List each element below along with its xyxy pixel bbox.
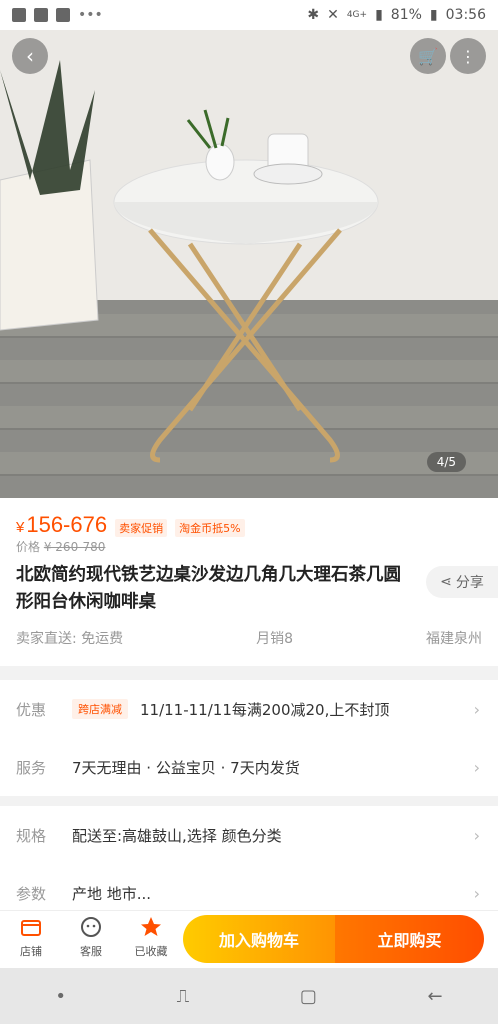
chevron-right-icon: › xyxy=(473,825,480,845)
spec-text: 配送至:高雄鼓山,选择 颜色分类 xyxy=(72,826,282,845)
service-label: 客服 xyxy=(80,945,102,958)
favorite-tab[interactable]: 已收藏 xyxy=(126,915,176,959)
add-to-cart-button[interactable]: 加入购物车 xyxy=(183,915,335,963)
service-row[interactable]: 服务 7天无理由 · 公益宝贝 · 7天内发货 › xyxy=(0,738,498,796)
product-title: 北欧简约现代铁艺边桌沙发边几角几大理石茶几圆形阳台休闲咖啡桌 xyxy=(16,565,401,612)
params-label: 参数 xyxy=(16,884,47,903)
star-icon xyxy=(141,917,161,936)
chevron-right-icon: › xyxy=(473,757,480,777)
currency-symbol: ¥ xyxy=(16,519,25,536)
params-text: 产地 地市... xyxy=(72,884,152,903)
price-value: 156-676 xyxy=(26,512,108,537)
battery-icon: ▮ xyxy=(429,7,438,23)
buy-now-button[interactable]: 立即购买 xyxy=(335,915,484,963)
back-button[interactable]: ‹ xyxy=(12,38,48,74)
promo-label: 优惠 xyxy=(16,700,47,719)
share-icon: ⋖ xyxy=(440,574,452,590)
cart-button[interactable]: 🛒 xyxy=(410,38,446,74)
network-type: 4G+ xyxy=(346,10,368,20)
mute-icon: ✕ xyxy=(327,7,339,23)
spec-params-section: 规格 配送至:高雄鼓山,选择 颜色分类 › 参数 产地 地市... › xyxy=(0,806,498,922)
home-icon[interactable]: ▢ xyxy=(300,986,317,1007)
image-page-indicator: 4/5 xyxy=(426,452,466,472)
seller-promo-tag: 卖家促销 xyxy=(115,519,168,537)
product-info: ¥156-676 卖家促销 淘金币抵5% 价格 ¥ 260-780 北欧简约现代… xyxy=(0,498,498,666)
coin-tag: 淘金币抵5% xyxy=(175,519,245,537)
more-icon: ⋮ xyxy=(460,46,476,66)
back-nav-icon[interactable]: ← xyxy=(428,986,443,1007)
more-notifications-icon: ••• xyxy=(78,7,103,23)
service-label: 服务 xyxy=(16,758,47,777)
customer-service-tab[interactable]: 客服 xyxy=(66,915,116,959)
shop-tab[interactable]: 店铺 xyxy=(6,915,56,959)
shop-icon xyxy=(21,920,41,936)
battery-level: 81% xyxy=(390,7,422,23)
price: ¥156-676 xyxy=(16,512,107,538)
bluetooth-icon: ✱ xyxy=(307,7,320,23)
mail-icon xyxy=(34,8,48,22)
promo-service-section: 优惠 跨店满减 11/11-11/11每满200减20,上不封顶 › 服务 7天… xyxy=(0,680,498,796)
more-button[interactable]: ⋮ xyxy=(450,38,486,74)
service-text: 7天无理由 · 公益宝贝 · 7天内发货 xyxy=(72,758,300,777)
facebook-icon xyxy=(12,8,26,22)
promo-pill: 跨店满减 xyxy=(72,699,128,719)
notification-icon xyxy=(56,8,70,22)
location: 福建泉州 xyxy=(426,631,482,647)
share-button[interactable]: ⋖ 分享 xyxy=(426,566,498,598)
spec-row[interactable]: 规格 配送至:高雄鼓山,选择 颜色分类 › xyxy=(0,806,498,864)
nav-dot-icon[interactable]: • xyxy=(55,986,66,1007)
recent-apps-icon[interactable]: ⎍ xyxy=(177,986,190,1007)
signal-icon: ▮ xyxy=(375,7,383,23)
monthly-sales: 月销8 xyxy=(256,631,294,647)
promo-text: 11/11-11/11每满200减20,上不封顶 xyxy=(140,700,390,719)
clock: 03:56 xyxy=(445,7,486,23)
original-price-label: 价格 xyxy=(16,540,41,554)
chevron-right-icon: › xyxy=(473,883,480,903)
promo-row[interactable]: 优惠 跨店满减 11/11-11/11每满200减20,上不封顶 › xyxy=(0,680,498,738)
original-price: 价格 ¥ 260-780 xyxy=(16,538,105,555)
bottom-action-bar: 店铺 客服 已收藏 加入购物车 立即购买 xyxy=(0,910,498,968)
product-image-carousel[interactable]: ‹ 🛒 ⋮ 4/5 xyxy=(0,30,498,498)
shipping-info: 卖家直送: 免运费 xyxy=(16,631,124,647)
share-label: 分享 xyxy=(455,575,484,591)
product-photo xyxy=(0,60,379,463)
spec-label: 规格 xyxy=(16,826,47,845)
product-meta: 卖家直送: 免运费 月销8 福建泉州 xyxy=(16,628,482,648)
status-bar: ••• ✱ ✕ 4G+ ▮ 81% ▮ 03:56 xyxy=(0,0,498,30)
shop-label: 店铺 xyxy=(20,945,42,958)
chevron-right-icon: › xyxy=(473,699,480,719)
chat-icon xyxy=(81,917,101,937)
favorite-label: 已收藏 xyxy=(134,945,168,958)
system-nav-bar: • ⎍ ▢ ← xyxy=(0,968,498,1024)
original-price-value: ¥ 260-780 xyxy=(43,540,106,554)
back-icon: ‹ xyxy=(26,44,34,68)
cart-icon: 🛒 xyxy=(418,46,438,66)
